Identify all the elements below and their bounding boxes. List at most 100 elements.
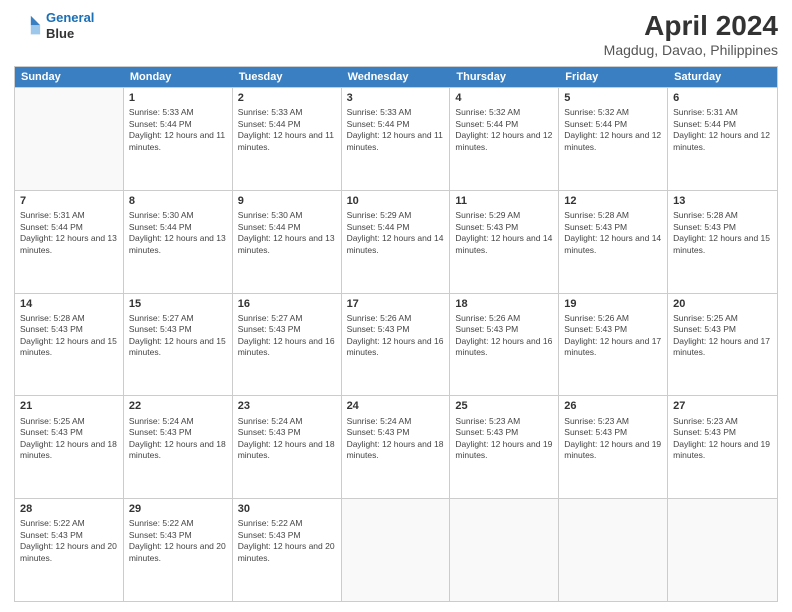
calendar-cell: 10Sunrise: 5:29 AMSunset: 5:44 PMDayligh… (342, 191, 451, 293)
calendar-week-4: 21 Sunrise: 5:25 AMSunset: 5:43 PMDayligh… (15, 395, 777, 498)
day-info: Sunrise: 5:24 AMSunset: 5:43 PMDaylight:… (347, 416, 445, 462)
calendar-cell (559, 499, 668, 601)
day-number: 20 (673, 297, 772, 311)
calendar-cell (668, 499, 777, 601)
calendar-week-1: 1 Sunrise: 5:33 AMSunset: 5:44 PMDaylight… (15, 87, 777, 190)
calendar-cell: 30Sunrise: 5:22 AMSunset: 5:43 PMDayligh… (233, 499, 342, 601)
day-info: Sunrise: 5:33 AMSunset: 5:44 PMDaylight:… (129, 107, 227, 153)
calendar-cell: 7 Sunrise: 5:31 AMSunset: 5:44 PMDaylight… (15, 191, 124, 293)
location: Magdug, Davao, Philippines (604, 42, 778, 58)
calendar-header-cell-tuesday: Tuesday (233, 67, 342, 87)
calendar-cell: 4 Sunrise: 5:32 AMSunset: 5:44 PMDaylight… (450, 88, 559, 190)
day-number: 12 (564, 194, 662, 208)
day-number: 19 (564, 297, 662, 311)
day-info: Sunrise: 5:23 AMSunset: 5:43 PMDaylight:… (673, 416, 772, 462)
day-info: Sunrise: 5:25 AMSunset: 5:43 PMDaylight:… (673, 313, 772, 359)
calendar-cell: 5Sunrise: 5:32 AMSunset: 5:44 PMDaylight… (559, 88, 668, 190)
calendar-header-cell-sunday: Sunday (15, 67, 124, 87)
day-info: Sunrise: 5:33 AMSunset: 5:44 PMDaylight:… (347, 107, 445, 153)
day-info: Sunrise: 5:30 AMSunset: 5:44 PMDaylight:… (238, 210, 336, 256)
day-number: 16 (238, 297, 336, 311)
calendar-cell: 23 Sunrise: 5:24 AMSunset: 5:43 PMDayligh… (233, 396, 342, 498)
day-info: Sunrise: 5:30 AMSunset: 5:44 PMDaylight:… (129, 210, 227, 256)
day-info: Sunrise: 5:28 AMSunset: 5:43 PMDaylight:… (20, 313, 118, 359)
day-number: 1 (129, 91, 227, 105)
day-info: Sunrise: 5:26 AMSunset: 5:43 PMDaylight:… (564, 313, 662, 359)
calendar-header-cell-saturday: Saturday (668, 67, 777, 87)
day-number: 6 (673, 91, 772, 105)
calendar-cell: 24 Sunrise: 5:24 AMSunset: 5:43 PMDayligh… (342, 396, 451, 498)
calendar-header-cell-friday: Friday (559, 67, 668, 87)
calendar-cell: 20 Sunrise: 5:25 AMSunset: 5:43 PMDayligh… (668, 294, 777, 396)
calendar-week-3: 14 Sunrise: 5:28 AMSunset: 5:43 PMDayligh… (15, 293, 777, 396)
day-info: Sunrise: 5:23 AMSunset: 5:43 PMDaylight:… (455, 416, 553, 462)
calendar-cell: 8 Sunrise: 5:30 AMSunset: 5:44 PMDaylight… (124, 191, 233, 293)
title-block: April 2024 Magdug, Davao, Philippines (604, 10, 778, 58)
day-info: Sunrise: 5:25 AMSunset: 5:43 PMDaylight:… (20, 416, 118, 462)
day-info: Sunrise: 5:27 AMSunset: 5:43 PMDaylight:… (238, 313, 336, 359)
calendar: SundayMondayTuesdayWednesdayThursdayFrid… (14, 66, 778, 602)
calendar-cell: 16 Sunrise: 5:27 AMSunset: 5:43 PMDayligh… (233, 294, 342, 396)
day-number: 30 (238, 502, 336, 516)
calendar-cell: 25Sunrise: 5:23 AMSunset: 5:43 PMDayligh… (450, 396, 559, 498)
calendar-cell: 19 Sunrise: 5:26 AMSunset: 5:43 PMDayligh… (559, 294, 668, 396)
logo-text: General Blue (46, 10, 94, 41)
calendar-header-cell-wednesday: Wednesday (342, 67, 451, 87)
calendar-cell: 28Sunrise: 5:22 AMSunset: 5:43 PMDayligh… (15, 499, 124, 601)
logo-line2: Blue (46, 26, 94, 42)
day-info: Sunrise: 5:33 AMSunset: 5:44 PMDaylight:… (238, 107, 336, 153)
calendar-cell: 15 Sunrise: 5:27 AMSunset: 5:43 PMDayligh… (124, 294, 233, 396)
day-number: 7 (20, 194, 118, 208)
calendar-cell (15, 88, 124, 190)
calendar-header-cell-monday: Monday (124, 67, 233, 87)
calendar-cell: 6 Sunrise: 5:31 AMSunset: 5:44 PMDaylight… (668, 88, 777, 190)
day-number: 28 (20, 502, 118, 516)
day-number: 11 (455, 194, 553, 208)
calendar-cell: 1 Sunrise: 5:33 AMSunset: 5:44 PMDaylight… (124, 88, 233, 190)
day-number: 15 (129, 297, 227, 311)
day-number: 29 (129, 502, 227, 516)
calendar-cell: 22Sunrise: 5:24 AMSunset: 5:43 PMDayligh… (124, 396, 233, 498)
day-info: Sunrise: 5:29 AMSunset: 5:44 PMDaylight:… (347, 210, 445, 256)
logo-line1: General (46, 10, 94, 25)
day-info: Sunrise: 5:31 AMSunset: 5:44 PMDaylight:… (20, 210, 118, 256)
calendar-header-cell-thursday: Thursday (450, 67, 559, 87)
calendar-cell: 3 Sunrise: 5:33 AMSunset: 5:44 PMDaylight… (342, 88, 451, 190)
calendar-cell: 29Sunrise: 5:22 AMSunset: 5:43 PMDayligh… (124, 499, 233, 601)
day-number: 9 (238, 194, 336, 208)
day-info: Sunrise: 5:24 AMSunset: 5:43 PMDaylight:… (238, 416, 336, 462)
calendar-week-5: 28Sunrise: 5:22 AMSunset: 5:43 PMDayligh… (15, 498, 777, 601)
calendar-cell (342, 499, 451, 601)
day-number: 24 (347, 399, 445, 413)
month-title: April 2024 (604, 10, 778, 42)
calendar-cell: 17Sunrise: 5:26 AMSunset: 5:43 PMDayligh… (342, 294, 451, 396)
day-number: 8 (129, 194, 227, 208)
day-info: Sunrise: 5:24 AMSunset: 5:43 PMDaylight:… (129, 416, 227, 462)
day-number: 14 (20, 297, 118, 311)
day-number: 4 (455, 91, 553, 105)
day-number: 23 (238, 399, 336, 413)
calendar-week-2: 7 Sunrise: 5:31 AMSunset: 5:44 PMDaylight… (15, 190, 777, 293)
calendar-cell: 18 Sunrise: 5:26 AMSunset: 5:43 PMDayligh… (450, 294, 559, 396)
day-number: 18 (455, 297, 553, 311)
day-number: 26 (564, 399, 662, 413)
day-info: Sunrise: 5:32 AMSunset: 5:44 PMDaylight:… (455, 107, 553, 153)
calendar-body: 1 Sunrise: 5:33 AMSunset: 5:44 PMDaylight… (15, 87, 777, 601)
day-number: 5 (564, 91, 662, 105)
day-info: Sunrise: 5:27 AMSunset: 5:43 PMDaylight:… (129, 313, 227, 359)
day-number: 2 (238, 91, 336, 105)
page: General Blue April 2024 Magdug, Davao, P… (0, 0, 792, 612)
day-info: Sunrise: 5:28 AMSunset: 5:43 PMDaylight:… (673, 210, 772, 256)
day-info: Sunrise: 5:29 AMSunset: 5:43 PMDaylight:… (455, 210, 553, 256)
day-number: 3 (347, 91, 445, 105)
logo-icon (14, 12, 42, 40)
day-info: Sunrise: 5:28 AMSunset: 5:43 PMDaylight:… (564, 210, 662, 256)
day-info: Sunrise: 5:26 AMSunset: 5:43 PMDaylight:… (455, 313, 553, 359)
day-info: Sunrise: 5:26 AMSunset: 5:43 PMDaylight:… (347, 313, 445, 359)
day-info: Sunrise: 5:31 AMSunset: 5:44 PMDaylight:… (673, 107, 772, 153)
calendar-cell: 13Sunrise: 5:28 AMSunset: 5:43 PMDayligh… (668, 191, 777, 293)
calendar-cell: 9 Sunrise: 5:30 AMSunset: 5:44 PMDaylight… (233, 191, 342, 293)
calendar-cell: 27Sunrise: 5:23 AMSunset: 5:43 PMDayligh… (668, 396, 777, 498)
calendar-cell: 2 Sunrise: 5:33 AMSunset: 5:44 PMDaylight… (233, 88, 342, 190)
day-number: 21 (20, 399, 118, 413)
